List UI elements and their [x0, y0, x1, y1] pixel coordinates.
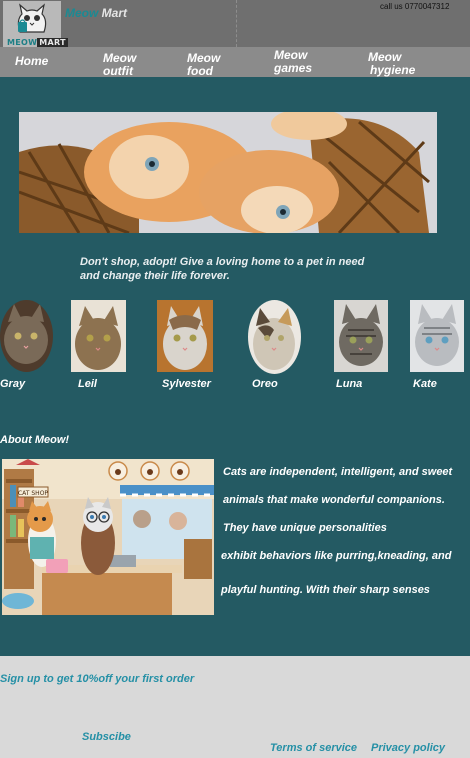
about-text-line-4: exhibit behaviors like purring,kneading,… — [221, 550, 452, 562]
cat-name-gray: Gray — [0, 378, 26, 390]
nav-meow-food[interactable]: Meow food — [187, 52, 220, 78]
svg-text:CAT SHOP: CAT SHOP — [18, 490, 48, 497]
cat-photo-kate[interactable] — [410, 300, 464, 372]
cat-logo-icon — [17, 3, 47, 33]
brand-name: Meow Mart — [65, 6, 128, 20]
nav-meow-games[interactable]: Meow games — [274, 49, 312, 75]
cat-gray-image — [0, 300, 53, 372]
nav-home[interactable]: Home — [15, 55, 48, 68]
cat-name-leil: Leil — [78, 378, 97, 390]
about-text-line-5: playful hunting. With their sharp senses — [221, 584, 430, 596]
cat-kate-image — [410, 300, 464, 372]
logo[interactable]: MEOW MART — [3, 1, 68, 47]
footer: Sign up to get 10%off your first order S… — [0, 656, 470, 758]
about-heading: About Meow! — [0, 434, 70, 446]
privacy-policy-link[interactable]: Privacy policy — [371, 742, 445, 754]
cat-oreo-image — [248, 300, 301, 374]
about-text-line-3: They have unique personalities — [223, 522, 387, 534]
cat-sylvester-image — [157, 300, 213, 372]
nav-meow-outfit[interactable]: Meow outfit — [103, 52, 136, 78]
cat-name-kate: Kate — [413, 378, 437, 390]
cat-photo-oreo[interactable] — [248, 300, 301, 374]
about-text-line-2: animals that make wonderful companions. — [223, 494, 445, 506]
cat-leil-image — [71, 300, 126, 372]
adopt-tagline: Don't shop, adopt! Give a loving home to… — [80, 256, 365, 282]
terms-of-service-link[interactable]: Terms of service — [270, 742, 357, 754]
cat-name-sylvester: Sylvester — [162, 378, 211, 390]
signup-promo-text: Sign up to get 10%off your first order — [0, 673, 195, 685]
cat-photo-sylvester[interactable] — [157, 300, 213, 372]
subscribe-link[interactable]: Subscibe — [82, 731, 131, 743]
cat-name-luna: Luna — [336, 378, 363, 390]
about-text-line-1: Cats are independent, intelligent, and s… — [223, 466, 453, 478]
header: MEOW MART Meow Mart call us 0770047312 — [0, 0, 470, 47]
cat-luna-image — [334, 300, 388, 372]
nav-meow-hygiene[interactable]: Meow hygiene — [368, 51, 415, 77]
cat-shop-illustration: CAT SHOP — [2, 459, 214, 615]
cat-photo-gray[interactable] — [0, 300, 53, 372]
header-divider — [236, 0, 237, 47]
cat-photo-luna[interactable] — [334, 300, 388, 372]
logo-text: MEOW MART — [7, 38, 68, 47]
call-us-text: call us 0770047312 — [380, 2, 450, 11]
cat-name-oreo: Oreo — [252, 378, 278, 390]
cat-photo-leil[interactable] — [71, 300, 126, 372]
hero-kittens-image — [19, 112, 437, 233]
main-nav: Home Meow outfit Meow food Meow games Meow h… — [0, 47, 470, 78]
